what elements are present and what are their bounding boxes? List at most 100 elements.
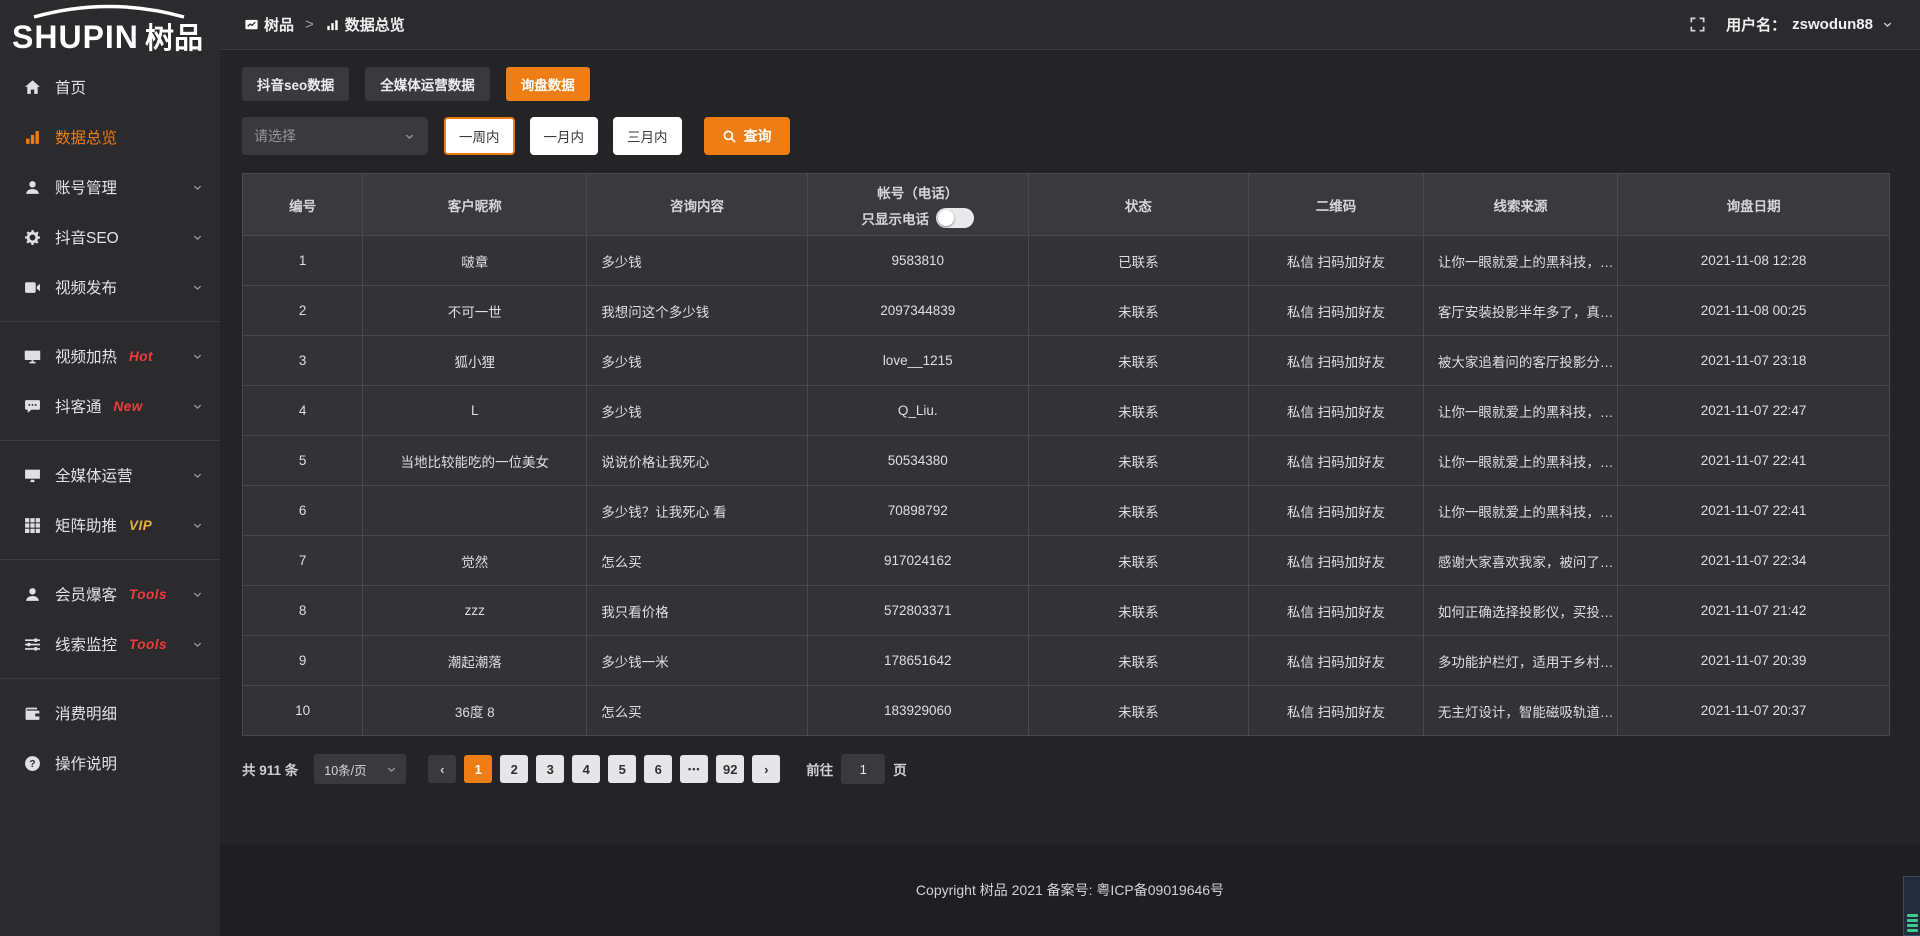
period-three-month-button[interactable]: 三月内 xyxy=(613,117,682,155)
home-icon xyxy=(24,79,41,96)
page-button-3[interactable]: 3 xyxy=(536,755,564,783)
chevron-down-icon xyxy=(191,281,204,294)
sidebar-item-lead-monitoring[interactable]: 线索监控 Tools xyxy=(0,619,220,669)
qr-add-friend-link[interactable]: 私信 扫码加好友 xyxy=(1249,686,1424,736)
filter-select-placeholder: 请选择 xyxy=(254,126,296,146)
tab-inquiry-data[interactable]: 询盘数据 xyxy=(506,67,590,101)
lead-source-link[interactable]: 感谢大家喜欢我家，被问了好... xyxy=(1423,536,1617,586)
sidebar-item-label: 数据总览 xyxy=(55,126,117,148)
page-button-1[interactable]: 1 xyxy=(464,755,492,783)
cell-no: 9 xyxy=(243,636,363,686)
cell-no: 7 xyxy=(243,536,363,586)
lead-source-link[interactable]: 如何正确选择投影仪，买投影... xyxy=(1423,586,1617,636)
cell-date: 2021-11-07 22:47 xyxy=(1618,386,1890,436)
lead-source-link[interactable]: 客厅安装投影半年多了，真实... xyxy=(1423,286,1617,336)
fullscreen-icon[interactable] xyxy=(1689,16,1706,33)
cell-nickname: 不可一世 xyxy=(363,286,587,336)
page-button-92[interactable]: 92 xyxy=(716,755,744,783)
sidebar-item-instructions[interactable]: ? 操作说明 xyxy=(0,738,220,788)
lead-source-link[interactable]: 让你一眼就爱上的黑科技，能... xyxy=(1423,436,1617,486)
qr-add-friend-link[interactable]: 私信 扫码加好友 xyxy=(1249,336,1424,386)
period-one-month-button[interactable]: 一月内 xyxy=(530,117,599,155)
sidebar-item-label: 矩阵助推 xyxy=(55,514,117,536)
sidebar-item-douyin-seo[interactable]: 抖音SEO xyxy=(0,212,220,262)
sidebar-item-data-overview[interactable]: 数据总览 xyxy=(0,112,220,162)
sidebar-item-omnimedia[interactable]: 全媒体运营 xyxy=(0,450,220,500)
qr-add-friend-link[interactable]: 私信 扫码加好友 xyxy=(1249,636,1424,686)
breadcrumb-root[interactable]: 树品 xyxy=(244,14,294,35)
period-one-week-button[interactable]: 一周内 xyxy=(444,117,515,155)
username-value: zswodun88 xyxy=(1792,16,1873,33)
col-account: 帐号（电话） 只显示电话 xyxy=(807,174,1028,236)
qr-add-friend-link[interactable]: 私信 扫码加好友 xyxy=(1249,586,1424,636)
page-button-6[interactable]: 6 xyxy=(644,755,672,783)
user-menu[interactable]: 用户名：zswodun88 xyxy=(1726,14,1894,35)
cell-account: Q_Liu. xyxy=(807,386,1028,436)
lead-source-link[interactable]: 无主灯设计，智能磁吸轨道灯... xyxy=(1423,686,1617,736)
phone-only-toggle[interactable] xyxy=(936,208,974,228)
sidebar-item-video-heating[interactable]: 视频加热 Hot xyxy=(0,331,220,381)
grid-icon xyxy=(24,517,41,534)
sidebar-item-account-mgmt[interactable]: 账号管理 xyxy=(0,162,220,212)
cell-date: 2021-11-07 22:41 xyxy=(1618,436,1890,486)
chevron-down-icon xyxy=(191,638,204,651)
lead-source-link[interactable]: 被大家追着问的客厅投影分享... xyxy=(1423,336,1617,386)
sidebar-item-doukoutong[interactable]: 抖客通 New xyxy=(0,381,220,431)
toggle-knob xyxy=(938,210,954,226)
copyright-text: Copyright 树品 2021 备案号: 粤ICP备09019646号 xyxy=(916,880,1224,900)
cell-no: 3 xyxy=(243,336,363,386)
page-button-4[interactable]: 4 xyxy=(572,755,600,783)
cell-content: 多少钱 xyxy=(587,336,808,386)
topbar: 树品 > 数据总览 用户名：zswodun88 xyxy=(220,0,1920,50)
chevron-down-icon xyxy=(191,588,204,601)
user-icon xyxy=(24,179,41,196)
lead-source-link[interactable]: 让你一眼就爱上的黑科技，能... xyxy=(1423,236,1617,286)
qr-add-friend-link[interactable]: 私信 扫码加好友 xyxy=(1249,436,1424,486)
lead-source-link[interactable]: 让你一眼就爱上的黑科技，能... xyxy=(1423,386,1617,436)
search-button[interactable]: 查询 xyxy=(704,117,790,155)
page-button-2[interactable]: 2 xyxy=(500,755,528,783)
cell-date: 2021-11-07 20:37 xyxy=(1618,686,1890,736)
cell-content: 多少钱一米 xyxy=(587,636,808,686)
page-size-select[interactable]: 10条/页 xyxy=(314,754,406,784)
prev-page-button[interactable]: ‹ xyxy=(428,755,456,783)
status-badge: 未联系 xyxy=(1028,586,1249,636)
status-badge: 未联系 xyxy=(1028,286,1249,336)
lead-source-link[interactable]: 让你一眼就爱上的黑科技，能... xyxy=(1423,486,1617,536)
qr-add-friend-link[interactable]: 私信 扫码加好友 xyxy=(1249,486,1424,536)
pagination: 共 911 条 10条/页 ‹ 1 2 3 4 5 6 ••• 92 › 前往 … xyxy=(242,754,1890,784)
sidebar-item-matrix-boost[interactable]: 矩阵助推 VIP xyxy=(0,500,220,550)
sidebar-item-video-publish[interactable]: 视频发布 xyxy=(0,262,220,312)
sidebar-item-expense-details[interactable]: 消费明细 xyxy=(0,688,220,738)
logo-graphic: SHUPIN 树品 xyxy=(12,4,208,54)
goto-page-input[interactable] xyxy=(841,754,885,784)
col-content: 咨询内容 xyxy=(587,174,808,236)
qr-add-friend-link[interactable]: 私信 扫码加好友 xyxy=(1249,536,1424,586)
col-lead-source: 线索来源 xyxy=(1423,174,1617,236)
cell-account: 183929060 xyxy=(807,686,1028,736)
cell-date: 2021-11-07 23:18 xyxy=(1618,336,1890,386)
sidebar-nav: 首页 数据总览 账号管理 抖音SEO 视频发布 视频加热 Hot xyxy=(0,58,220,788)
lead-source-link[interactable]: 多功能护栏灯，适用于乡村文... xyxy=(1423,636,1617,686)
sidebar-item-label: 消费明细 xyxy=(55,702,117,724)
hot-tag: Hot xyxy=(129,349,153,364)
sidebar-item-home[interactable]: 首页 xyxy=(0,62,220,112)
cell-no: 8 xyxy=(243,586,363,636)
cell-date: 2021-11-08 12:28 xyxy=(1618,236,1890,286)
qr-add-friend-link[interactable]: 私信 扫码加好友 xyxy=(1249,236,1424,286)
tab-omnimedia-data[interactable]: 全媒体运营数据 xyxy=(365,67,490,101)
page-button-5[interactable]: 5 xyxy=(608,755,636,783)
breadcrumb-current[interactable]: 数据总览 xyxy=(325,14,405,35)
status-badge: 未联系 xyxy=(1028,536,1249,586)
qr-add-friend-link[interactable]: 私信 扫码加好友 xyxy=(1249,386,1424,436)
qr-add-friend-link[interactable]: 私信 扫码加好友 xyxy=(1249,286,1424,336)
chevron-down-icon xyxy=(403,130,416,143)
tab-douyin-seo-data[interactable]: 抖音seo数据 xyxy=(242,67,349,101)
goto-label: 前往 xyxy=(806,759,833,779)
more-pages-button[interactable]: ••• xyxy=(680,755,708,783)
sidebar-item-member-baoke[interactable]: 会员爆客 Tools xyxy=(0,569,220,619)
floating-widget[interactable] xyxy=(1903,876,1920,936)
logo-text-cn: 树品 xyxy=(145,22,203,54)
next-page-button[interactable]: › xyxy=(752,755,780,783)
filter-select[interactable]: 请选择 xyxy=(242,117,428,155)
